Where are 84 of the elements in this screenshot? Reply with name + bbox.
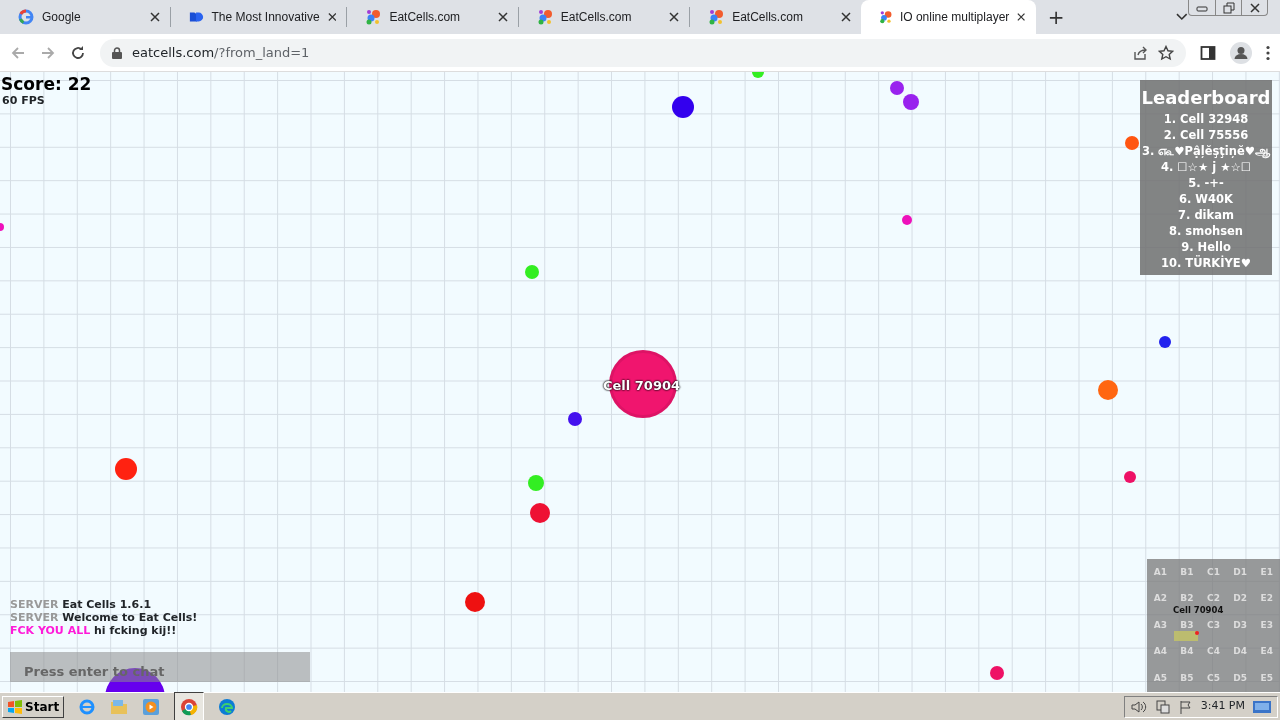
windows-logo-icon [7, 699, 23, 714]
chevron-down-icon[interactable] [1176, 13, 1188, 21]
leaderboard-entry: 1. Cell 32948 [1162, 111, 1250, 127]
chrome-icon[interactable] [180, 698, 199, 716]
sector-label: B2 [1180, 592, 1194, 606]
reload-icon[interactable] [70, 44, 86, 61]
flag-icon[interactable] [1178, 699, 1193, 714]
close-icon[interactable] [327, 12, 337, 22]
leaderboard-title: Leaderboard [1140, 86, 1272, 110]
edge-icon[interactable] [218, 697, 237, 716]
restore-icon[interactable] [1222, 1, 1235, 14]
sector-label: A5 [1153, 671, 1167, 685]
close-icon[interactable] [1017, 12, 1026, 22]
star-icon[interactable] [1158, 44, 1174, 61]
leaderboard-entry: 4. ☐☆★ j ★☆☐ [1159, 159, 1253, 175]
menu-icon[interactable] [1266, 44, 1270, 61]
browser-tab[interactable]: Google [0, 0, 171, 34]
close-icon[interactable] [840, 12, 851, 22]
leaderboard-entry: 3. ௷♥Pậļĕşţiņĕ♥ஆ [1140, 143, 1272, 159]
sector-label: E4 [1260, 645, 1273, 659]
sector-label: C2 [1207, 592, 1220, 606]
browser-tab[interactable]: IO online multiplayer [860, 0, 1036, 34]
sector-label: C4 [1207, 645, 1220, 659]
sector-label: D1 [1233, 565, 1247, 579]
chat-message: FCK YOU ALL hi fcking kij!! [10, 624, 178, 637]
colored-dots-icon [536, 9, 553, 25]
browser-tab[interactable]: EatCells.com [347, 0, 518, 34]
sector-label: C3 [1207, 618, 1220, 632]
leaderboard-entry: 7. dikam [1177, 207, 1235, 223]
sector-label: E2 [1260, 592, 1273, 606]
network-icon[interactable] [1154, 699, 1171, 714]
sector-label: B4 [1180, 645, 1194, 659]
sector-label: C1 [1207, 565, 1220, 579]
sector-label: D3 [1233, 618, 1247, 632]
leaderboard-entry: 6. W40K [1178, 191, 1234, 207]
colored-dots-icon [878, 9, 892, 25]
leaderboard-entry: 2. Cell 75556 [1162, 127, 1250, 143]
sector-label: D5 [1233, 671, 1247, 685]
sector-label: E1 [1260, 565, 1273, 579]
new-tab-button[interactable]: + [1035, 7, 1077, 27]
leaderboard-entry: 8. smohsen [1167, 223, 1245, 239]
browser-tab[interactable]: EatCells.com [518, 0, 690, 34]
close-icon[interactable] [669, 12, 680, 22]
leaderboard-entry: 10. TÜRKİYE♥ [1159, 255, 1253, 271]
colored-dots-icon [708, 9, 725, 25]
sector-label: D2 [1233, 592, 1247, 606]
sector-label: A1 [1153, 565, 1167, 579]
sector-label: A2 [1153, 592, 1167, 606]
browser-tab[interactable]: EatCells.com [690, 0, 861, 34]
sector-label: A3 [1153, 618, 1167, 632]
fps-counter: 60 FPS [2, 93, 45, 109]
minimap-player-label: Cell 70904 [1173, 605, 1224, 615]
sector-label: D4 [1233, 645, 1247, 659]
sector-label: E3 [1260, 618, 1273, 632]
show-desktop-icon[interactable] [1253, 699, 1271, 714]
url-text: eatcells.com/?from_land=1 [132, 43, 310, 62]
sector-label: E5 [1260, 671, 1273, 685]
chat-message: SERVER Eat Cells 1.6.1 [10, 598, 153, 611]
speaker-icon[interactable] [1130, 699, 1147, 714]
colored-dots-icon [365, 9, 382, 25]
minimap-dot [1195, 631, 1199, 635]
score-text: Score: 22 [1, 73, 92, 96]
close-icon[interactable] [1248, 1, 1261, 14]
lock-icon [112, 46, 122, 59]
sector-label: C5 [1207, 671, 1220, 685]
minimap-player-marker [1174, 631, 1198, 641]
leaderboard-entry: 5. -+- [1187, 175, 1225, 191]
google-logo-icon [18, 9, 34, 25]
sector-label: B5 [1180, 671, 1194, 685]
clock-text: 3:41 PM [1200, 698, 1245, 715]
minimize-icon[interactable] [1196, 3, 1208, 12]
browser-tab[interactable]: The Most Innovative [171, 0, 347, 34]
sector-label: A4 [1153, 645, 1167, 659]
start-button[interactable]: Start [2, 695, 65, 718]
side-panel-icon[interactable] [1200, 44, 1216, 61]
sector-label: B3 [1180, 618, 1194, 632]
close-icon[interactable] [497, 12, 508, 22]
address-bar[interactable]: eatcells.com/?from_land=1 [100, 38, 1186, 67]
profile-icon[interactable] [1230, 41, 1252, 64]
sector-label: B1 [1180, 565, 1194, 579]
close-icon[interactable] [150, 12, 161, 22]
chat-message: SERVER Welcome to Eat Cells! [10, 611, 198, 624]
leaderboard-entry: 9. Hello [1180, 239, 1232, 255]
share-icon[interactable] [1132, 44, 1148, 61]
